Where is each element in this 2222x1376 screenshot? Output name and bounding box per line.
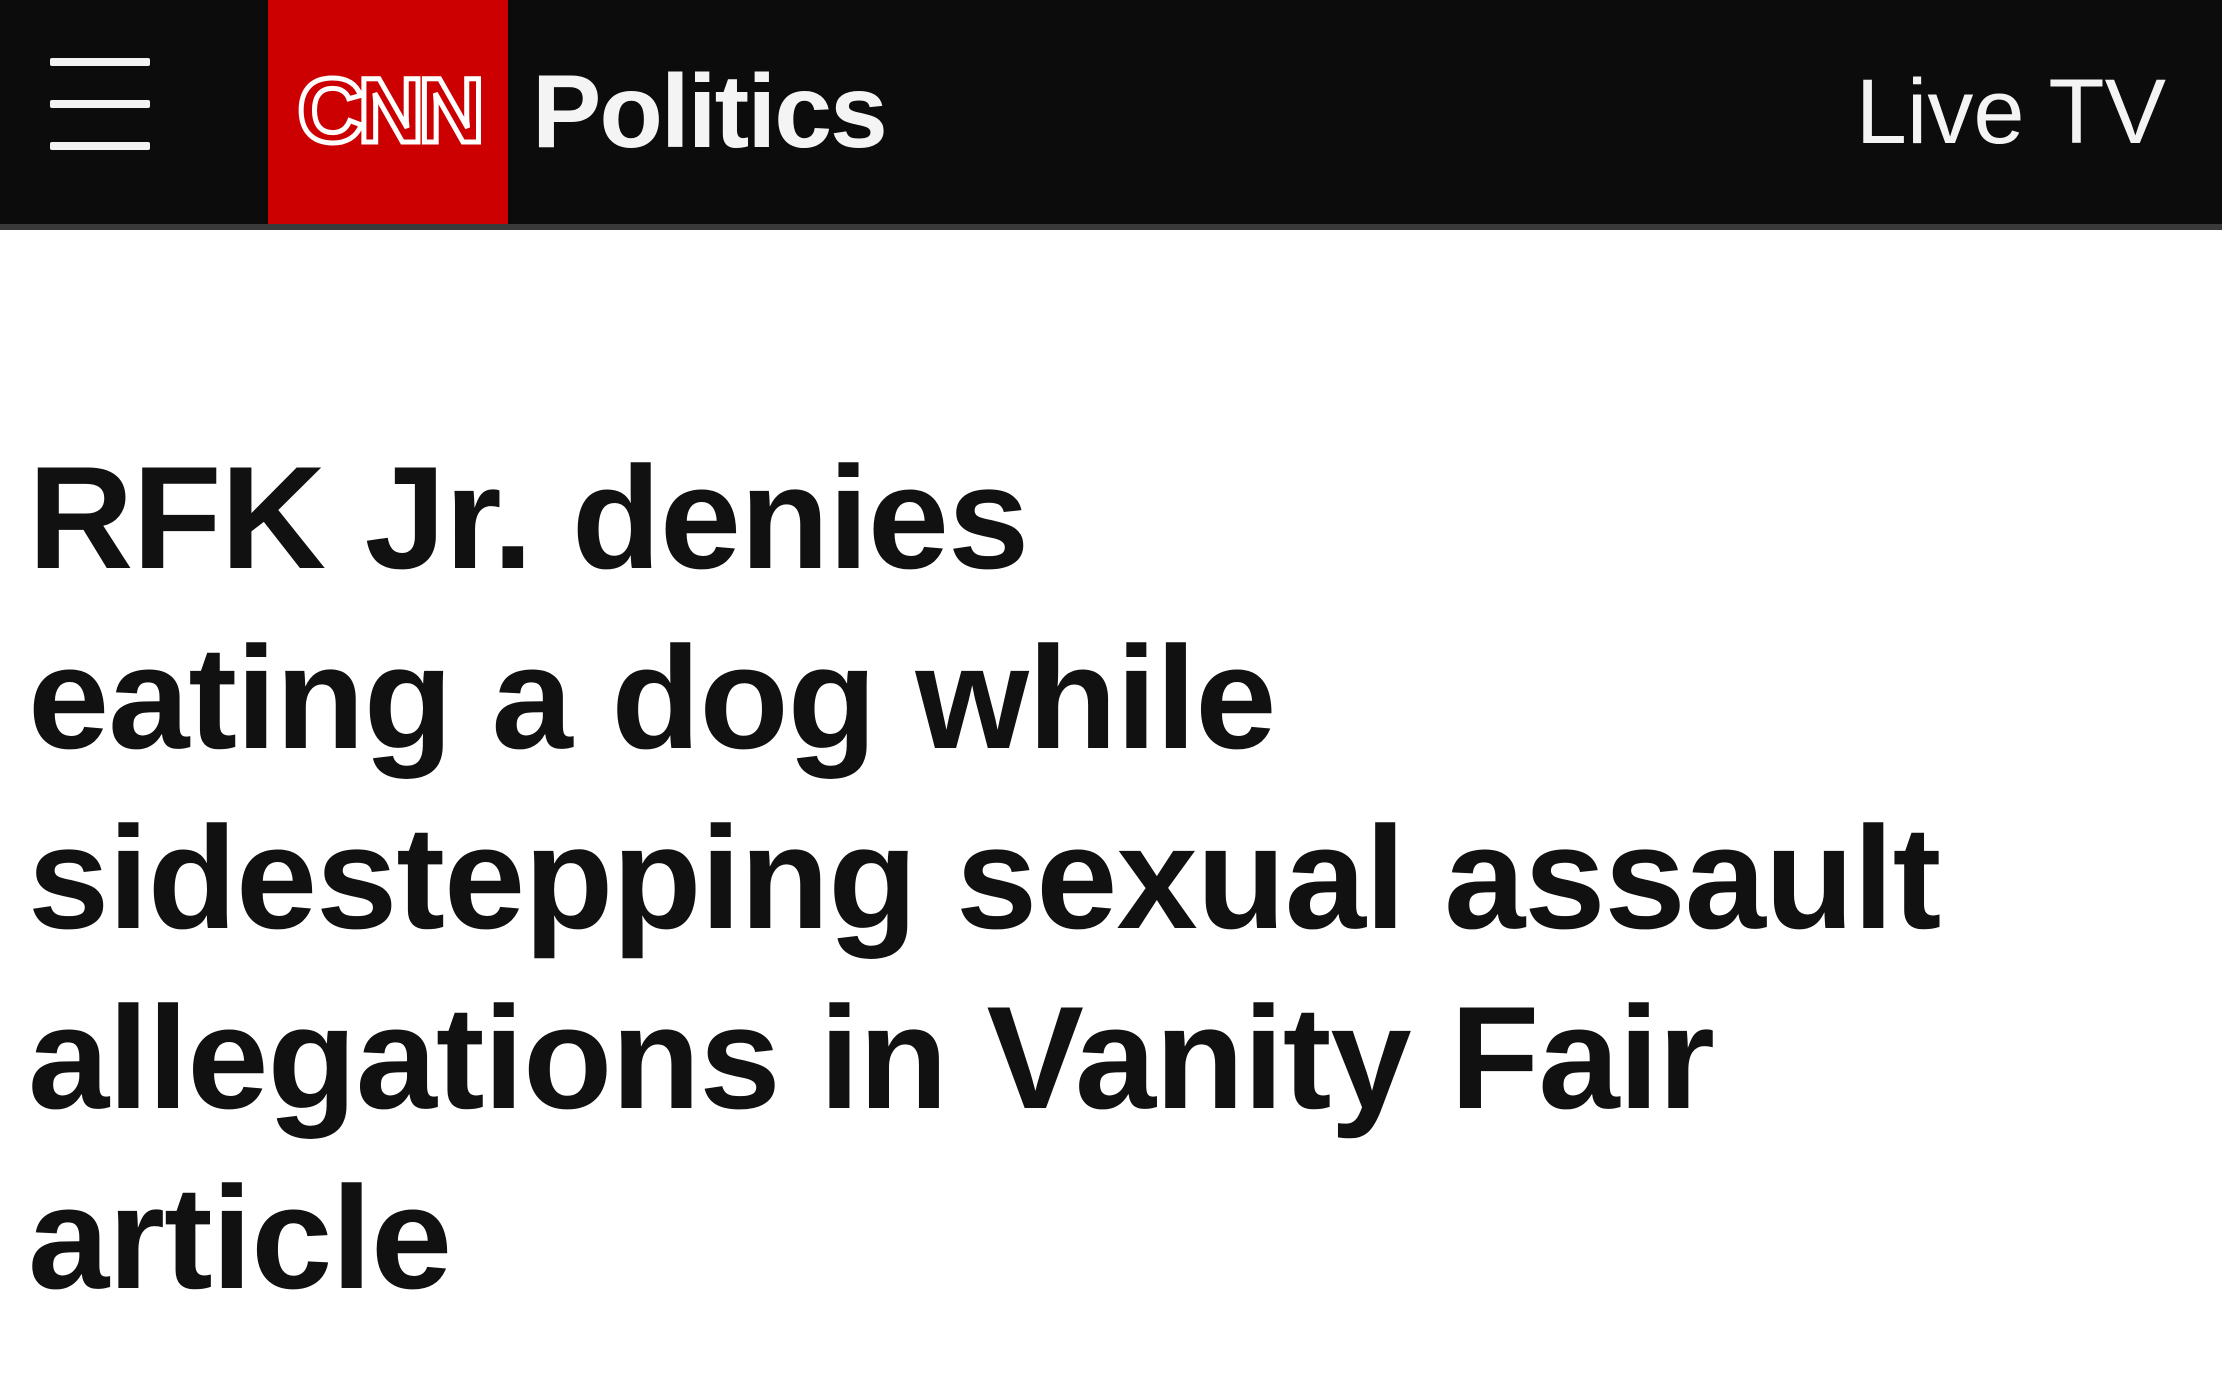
- top-nav-bar: CNN Politics Live TV: [0, 0, 2222, 230]
- menu-bar-top: [50, 58, 150, 66]
- headline-line: allegations in Vanity Fair: [28, 976, 1715, 1139]
- menu-bar-bottom: [50, 142, 150, 150]
- hamburger-menu-icon[interactable]: [44, 52, 156, 156]
- article-headline: RFK Jr. denies eating a dog while sidest…: [28, 428, 2128, 1328]
- section-title[interactable]: Politics: [532, 52, 888, 172]
- headline-line: RFK Jr. denies: [28, 436, 1029, 599]
- headline-line: eating a dog while: [28, 616, 1276, 779]
- headline-line: sidestepping sexual assault: [28, 796, 1941, 959]
- live-tv-link[interactable]: Live TV: [1856, 52, 2166, 172]
- cnn-logo[interactable]: CNN: [268, 0, 508, 224]
- headline-line: article: [28, 1156, 452, 1319]
- cnn-logo-icon: CNN: [295, 70, 486, 154]
- menu-bar-middle: [50, 100, 150, 108]
- logo-wordmark: CNN: [297, 70, 479, 154]
